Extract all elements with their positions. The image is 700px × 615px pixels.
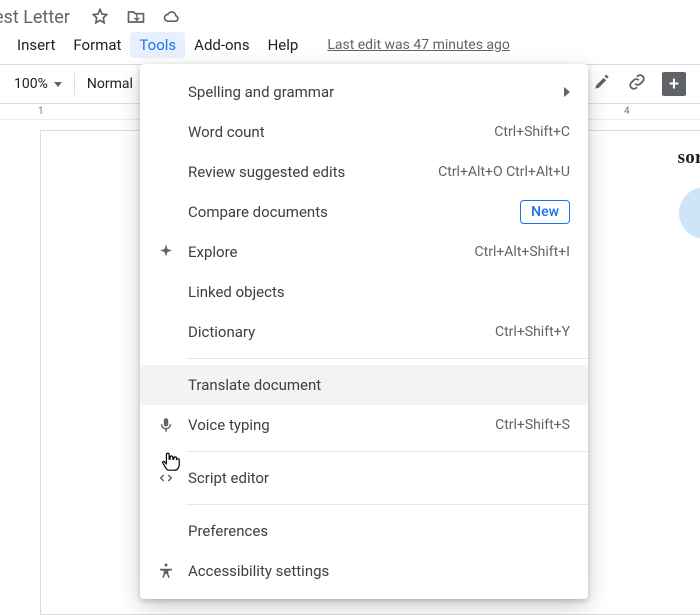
menu-addons[interactable]: Add-ons (185, 32, 258, 58)
last-edit-link[interactable]: Last edit was 47 minutes ago (327, 37, 510, 53)
document-title[interactable]: est Letter (0, 7, 70, 28)
keyboard-shortcut: Ctrl+Shift+Y (495, 324, 570, 340)
ruler-tick: 4 (624, 106, 630, 117)
menu-voice-typing[interactable]: Voice typing Ctrl+Shift+S (140, 405, 588, 445)
menu-dictionary[interactable]: Dictionary Ctrl+Shift+Y (140, 312, 588, 352)
blank-icon (156, 521, 176, 541)
menu-format[interactable]: Format (64, 32, 130, 58)
menu-separator (186, 358, 588, 359)
menu-compare-documents[interactable]: Compare documents New (140, 192, 588, 232)
insert-link-icon[interactable] (626, 71, 648, 97)
keyboard-shortcut: Ctrl+Shift+C (494, 124, 570, 140)
menu-item-label: Voice typing (188, 416, 483, 434)
menu-separator (186, 451, 588, 452)
zoom-value: 100% (14, 76, 48, 92)
explore-icon (156, 242, 176, 262)
menu-help[interactable]: Help (259, 32, 308, 58)
blank-icon (156, 82, 176, 102)
menu-separator (186, 504, 588, 505)
cloud-status-icon[interactable] (162, 7, 182, 27)
blank-icon (156, 122, 176, 142)
keyboard-shortcut: Ctrl+Shift+S (495, 417, 570, 433)
menu-item-label: Accessibility settings (188, 562, 570, 580)
keyboard-shortcut: Ctrl+Alt+Shift+I (475, 244, 570, 260)
menu-item-label: Preferences (188, 522, 570, 540)
add-comment-icon[interactable]: + (662, 72, 686, 96)
tools-dropdown: Spelling and grammar Word count Ctrl+Shi… (140, 64, 588, 599)
menu-item-label: Review suggested edits (188, 163, 426, 181)
new-badge: New (520, 200, 570, 224)
blank-icon (156, 162, 176, 182)
menu-tools[interactable]: Tools (130, 32, 185, 58)
menu-word-count[interactable]: Word count Ctrl+Shift+C (140, 112, 588, 152)
menu-item-label: Linked objects (188, 283, 570, 301)
blank-icon (156, 202, 176, 222)
menu-script-editor[interactable]: Script editor (140, 458, 588, 498)
menu-item-label: Spelling and grammar (188, 83, 552, 101)
blank-icon (156, 375, 176, 395)
toolbar-separator (74, 73, 75, 95)
blank-icon (156, 282, 176, 302)
menu-preferences[interactable]: Preferences (140, 511, 588, 551)
microphone-icon (156, 415, 176, 435)
zoom-selector[interactable]: 100% (8, 76, 68, 92)
menu-explore[interactable]: Explore Ctrl+Alt+Shift+I (140, 232, 588, 272)
avatar-placeholder (679, 187, 700, 239)
paragraph-style-value: Normal (87, 76, 133, 92)
menu-bar: Insert Format Tools Add-ons Help Last ed… (0, 30, 700, 64)
menu-item-label: Script editor (188, 469, 570, 487)
menu-spelling-grammar[interactable]: Spelling and grammar (140, 72, 588, 112)
highlight-icon[interactable] (592, 72, 612, 96)
menu-insert[interactable]: Insert (8, 32, 64, 58)
paragraph-style-selector[interactable]: Normal (81, 76, 139, 92)
accessibility-icon (156, 561, 176, 581)
menu-review-edits[interactable]: Review suggested edits Ctrl+Alt+O Ctrl+A… (140, 152, 588, 192)
title-bar: est Letter (0, 0, 700, 30)
menu-item-label: Translate document (188, 376, 570, 394)
menu-accessibility-settings[interactable]: Accessibility settings (140, 551, 588, 591)
menu-item-label: Explore (188, 243, 463, 261)
script-editor-icon (156, 468, 176, 488)
move-folder-icon[interactable] (126, 7, 146, 27)
submenu-arrow-icon (564, 87, 570, 97)
keyboard-shortcut: Ctrl+Alt+O Ctrl+Alt+U (438, 164, 570, 180)
blank-icon (156, 322, 176, 342)
menu-translate-document[interactable]: Translate document (140, 365, 588, 405)
menu-linked-objects[interactable]: Linked objects (140, 272, 588, 312)
ruler-tick: 1 (38, 106, 44, 117)
star-icon[interactable] (90, 7, 110, 27)
menu-item-label: Dictionary (188, 323, 483, 341)
menu-item-label: Word count (188, 123, 482, 141)
chevron-down-icon (54, 82, 62, 87)
menu-item-label: Compare documents (188, 203, 508, 221)
